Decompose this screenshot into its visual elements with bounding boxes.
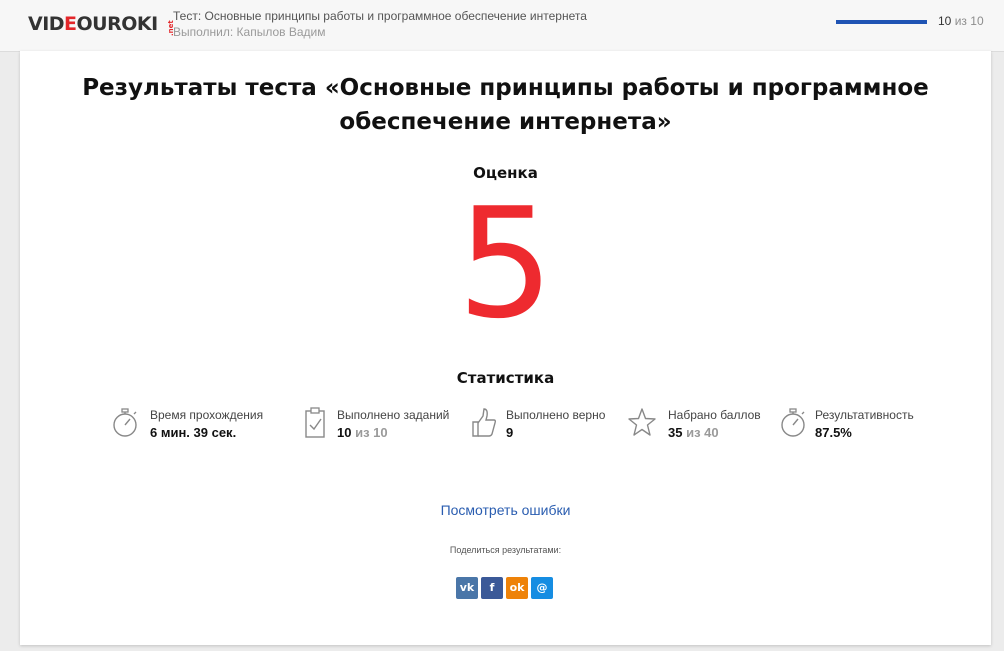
- question-counter: 10 из 10: [938, 14, 984, 28]
- stopwatch-icon: [113, 408, 137, 437]
- statistics-label: Статистика: [456, 369, 555, 387]
- stat-correct: Выполнено верно 9: [470, 406, 620, 446]
- progress-bar-fill: [836, 20, 927, 24]
- stat-points-label: Набрано баллов: [668, 408, 761, 422]
- stat-time: Время прохождения 6 мин. 39 сек.: [112, 406, 272, 446]
- stat-correct-label: Выполнено верно: [506, 408, 606, 422]
- videouroki-logo[interactable]: VIDEOUROKI .net: [28, 13, 175, 36]
- stat-efficiency: Результативность 87.5%: [780, 406, 930, 446]
- grade-value: 5: [457, 175, 554, 352]
- stat-tasks-label: Выполнено заданий: [337, 408, 450, 422]
- share-label: Поделиться результатами:: [449, 545, 562, 555]
- statistics-row: Время прохождения 6 мин. 39 сек. Выполне…: [112, 406, 914, 446]
- stat-efficiency-label: Результативность: [815, 408, 914, 422]
- progress-bar: [836, 20, 927, 24]
- test-author: Выполнил: Капылов Вадим: [173, 25, 326, 39]
- facebook-share-button[interactable]: f: [481, 577, 503, 599]
- odnoklassniki-share-button[interactable]: ok: [506, 577, 528, 599]
- stopwatch-icon: [781, 408, 805, 437]
- view-mistakes-link[interactable]: Посмотреть ошибки: [20, 502, 991, 518]
- star-icon: [628, 408, 656, 436]
- thumbs-up-icon: [472, 408, 497, 437]
- stat-points-value: 35 из 40: [668, 425, 719, 440]
- results-title: Результаты теста «Основные принципы рабо…: [82, 75, 929, 135]
- moimir-share-button[interactable]: @: [531, 577, 553, 599]
- stat-tasks-value: 10 из 10: [337, 425, 388, 440]
- test-title: Тест: Основные принципы работы и програм…: [173, 9, 587, 23]
- clipboard-check-icon: [305, 407, 325, 438]
- stat-correct-value: 9: [506, 425, 514, 440]
- test-info: Тест: Основные принципы работы и програм…: [173, 8, 587, 40]
- stat-tasks: Выполнено заданий 10 из 10: [304, 406, 464, 446]
- stat-efficiency-value: 87.5%: [815, 425, 852, 440]
- stat-points: Набрано баллов 35 из 40: [627, 406, 777, 446]
- stat-time-label: Время прохождения: [150, 408, 264, 422]
- stat-time-value: 6 мин. 39 сек.: [150, 425, 237, 440]
- results-card: Результаты теста «Основные принципы рабо…: [20, 51, 991, 645]
- top-bar: VIDEOUROKI .net Тест: Основные принципы р…: [0, 0, 1004, 52]
- vk-share-button[interactable]: vk: [456, 577, 478, 599]
